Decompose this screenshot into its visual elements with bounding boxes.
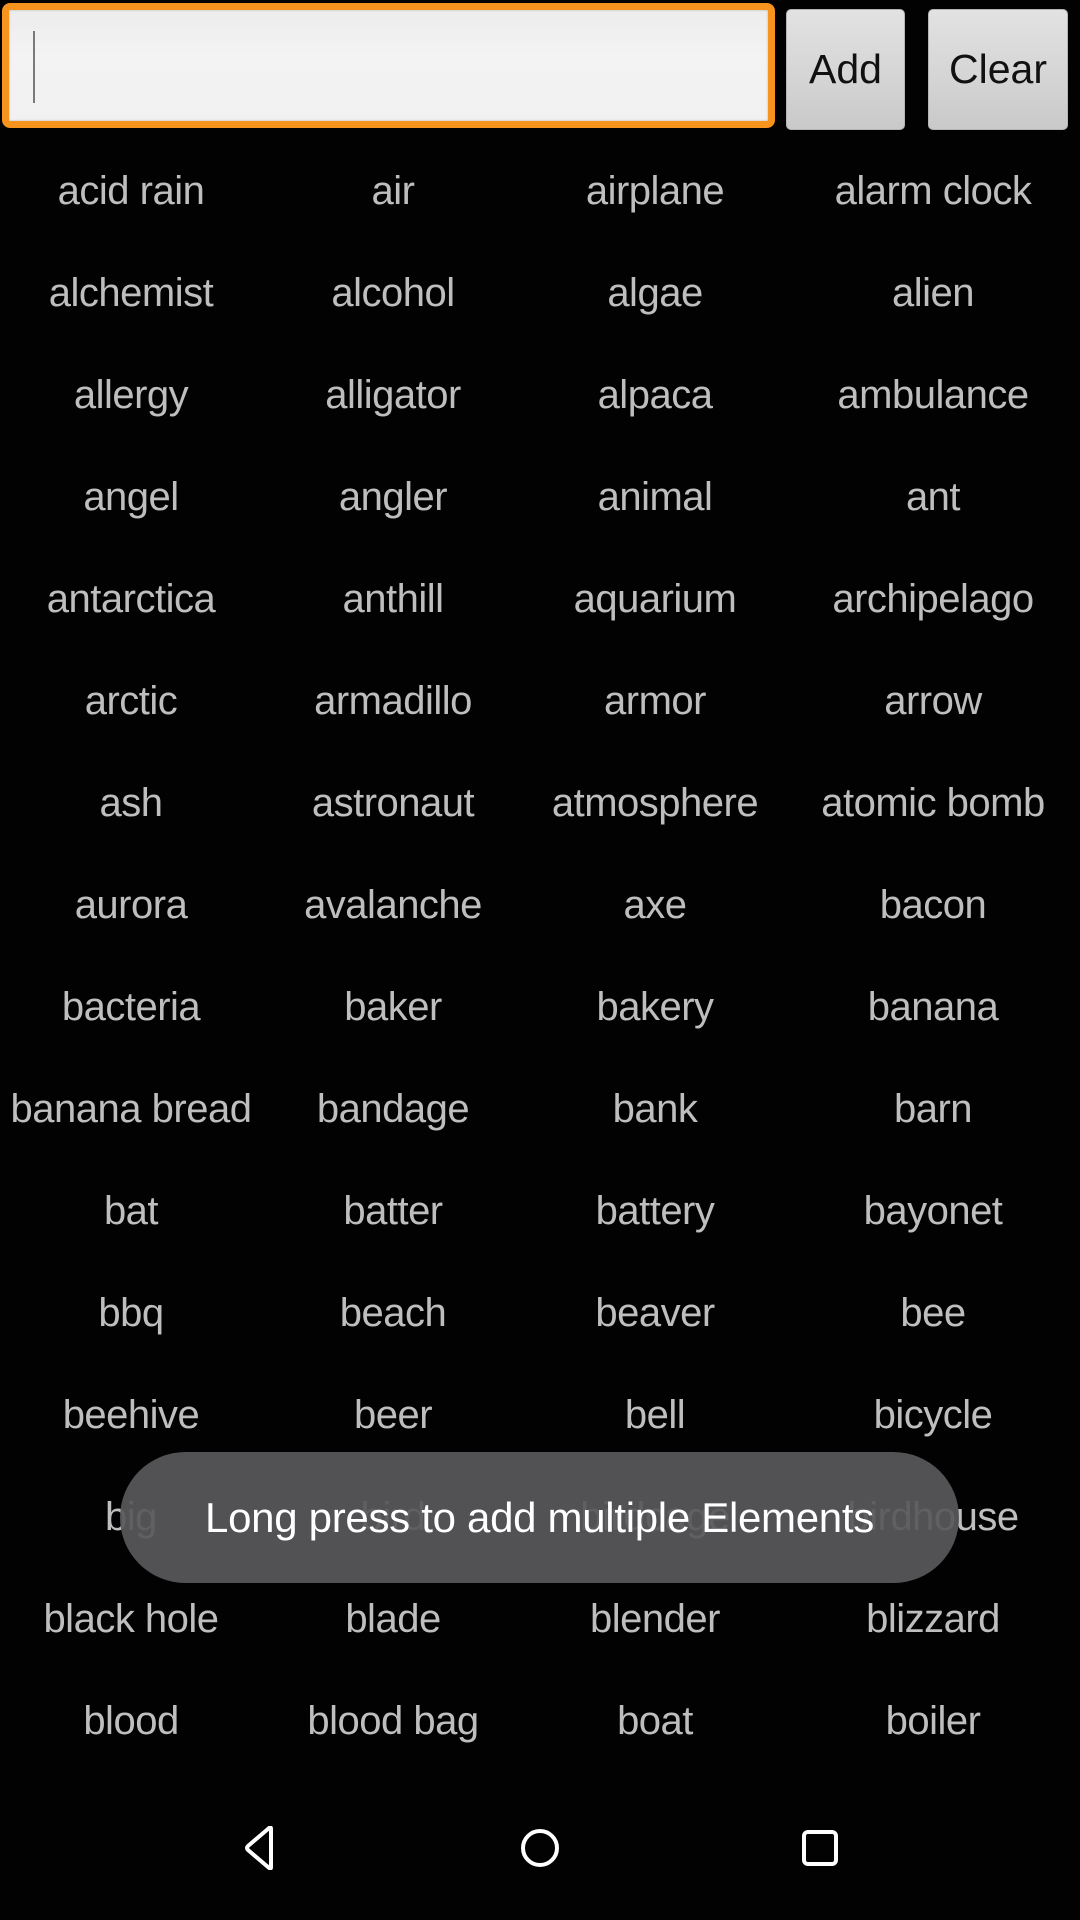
element-item[interactable]: boiler: [786, 1670, 1080, 1772]
element-item[interactable]: alligator: [262, 344, 524, 446]
element-item[interactable]: air: [262, 140, 524, 242]
element-item[interactable]: boat: [524, 1670, 786, 1772]
element-item[interactable]: alien: [786, 242, 1080, 344]
element-item[interactable]: alarm clock: [786, 140, 1080, 242]
home-circle-icon: [521, 1829, 559, 1867]
recents-square-icon: [802, 1830, 838, 1866]
element-item[interactable]: bayonet: [786, 1160, 1080, 1262]
element-item[interactable]: blood: [0, 1670, 262, 1772]
element-item[interactable]: bacteria: [0, 956, 262, 1058]
navigation-bar: [0, 1776, 1080, 1920]
element-item[interactable]: axe: [524, 854, 786, 956]
element-item[interactable]: bandage: [262, 1058, 524, 1160]
element-input-field[interactable]: [2, 3, 775, 128]
element-input[interactable]: [9, 10, 768, 121]
element-item[interactable]: ash: [0, 752, 262, 854]
element-item[interactable]: airplane: [524, 140, 786, 242]
element-item[interactable]: bell: [524, 1364, 786, 1466]
element-item[interactable]: astronaut: [262, 752, 524, 854]
element-item[interactable]: beer: [262, 1364, 524, 1466]
element-item[interactable]: bakery: [524, 956, 786, 1058]
element-item[interactable]: banana bread: [0, 1058, 262, 1160]
element-item[interactable]: beaver: [524, 1262, 786, 1364]
element-item[interactable]: animal: [524, 446, 786, 548]
element-item[interactable]: antarctica: [0, 548, 262, 650]
element-item[interactable]: archipelago: [786, 548, 1080, 650]
element-item[interactable]: allergy: [0, 344, 262, 446]
element-item[interactable]: acid rain: [0, 140, 262, 242]
element-item[interactable]: battery: [524, 1160, 786, 1262]
element-item[interactable]: atmosphere: [524, 752, 786, 854]
element-item[interactable]: blood bag: [262, 1670, 524, 1772]
element-item[interactable]: bee: [786, 1262, 1080, 1364]
app-screen: Add Clear acid rain air airplane alarm cloc…: [0, 0, 1080, 1920]
element-item[interactable]: banana: [786, 956, 1080, 1058]
element-item[interactable]: beach: [262, 1262, 524, 1364]
element-item[interactable]: ambulance: [786, 344, 1080, 446]
nav-home-button[interactable]: [495, 1806, 585, 1890]
element-item[interactable]: armadillo: [262, 650, 524, 752]
element-item[interactable]: aquarium: [524, 548, 786, 650]
element-item[interactable]: baker: [262, 956, 524, 1058]
element-item[interactable]: avalanche: [262, 854, 524, 956]
element-item[interactable]: blade: [262, 1568, 524, 1670]
element-item[interactable]: angel: [0, 446, 262, 548]
element-item[interactable]: algae: [524, 242, 786, 344]
element-item[interactable]: arctic: [0, 650, 262, 752]
toast-message: Long press to add multiple Elements: [120, 1452, 959, 1583]
element-item[interactable]: bbq: [0, 1262, 262, 1364]
element-item[interactable]: alcohol: [262, 242, 524, 344]
element-item[interactable]: bank: [524, 1058, 786, 1160]
element-item[interactable]: ant: [786, 446, 1080, 548]
text-cursor: [33, 31, 35, 103]
element-item[interactable]: black hole: [0, 1568, 262, 1670]
clear-button[interactable]: Clear: [928, 9, 1068, 130]
back-triangle-icon: [245, 1826, 273, 1870]
element-item[interactable]: atomic bomb: [786, 752, 1080, 854]
element-item[interactable]: blizzard: [786, 1568, 1080, 1670]
nav-back-button[interactable]: [216, 1806, 306, 1890]
element-item[interactable]: bat: [0, 1160, 262, 1262]
element-item[interactable]: beehive: [0, 1364, 262, 1466]
nav-recents-button[interactable]: [775, 1806, 865, 1890]
element-item[interactable]: aurora: [0, 854, 262, 956]
element-item[interactable]: angler: [262, 446, 524, 548]
element-item[interactable]: armor: [524, 650, 786, 752]
add-button[interactable]: Add: [786, 9, 905, 130]
element-item[interactable]: bacon: [786, 854, 1080, 956]
element-item[interactable]: bicycle: [786, 1364, 1080, 1466]
element-item[interactable]: blender: [524, 1568, 786, 1670]
element-item[interactable]: arrow: [786, 650, 1080, 752]
element-item[interactable]: batter: [262, 1160, 524, 1262]
element-item[interactable]: barn: [786, 1058, 1080, 1160]
element-item[interactable]: anthill: [262, 548, 524, 650]
element-item[interactable]: alchemist: [0, 242, 262, 344]
element-item[interactable]: alpaca: [524, 344, 786, 446]
